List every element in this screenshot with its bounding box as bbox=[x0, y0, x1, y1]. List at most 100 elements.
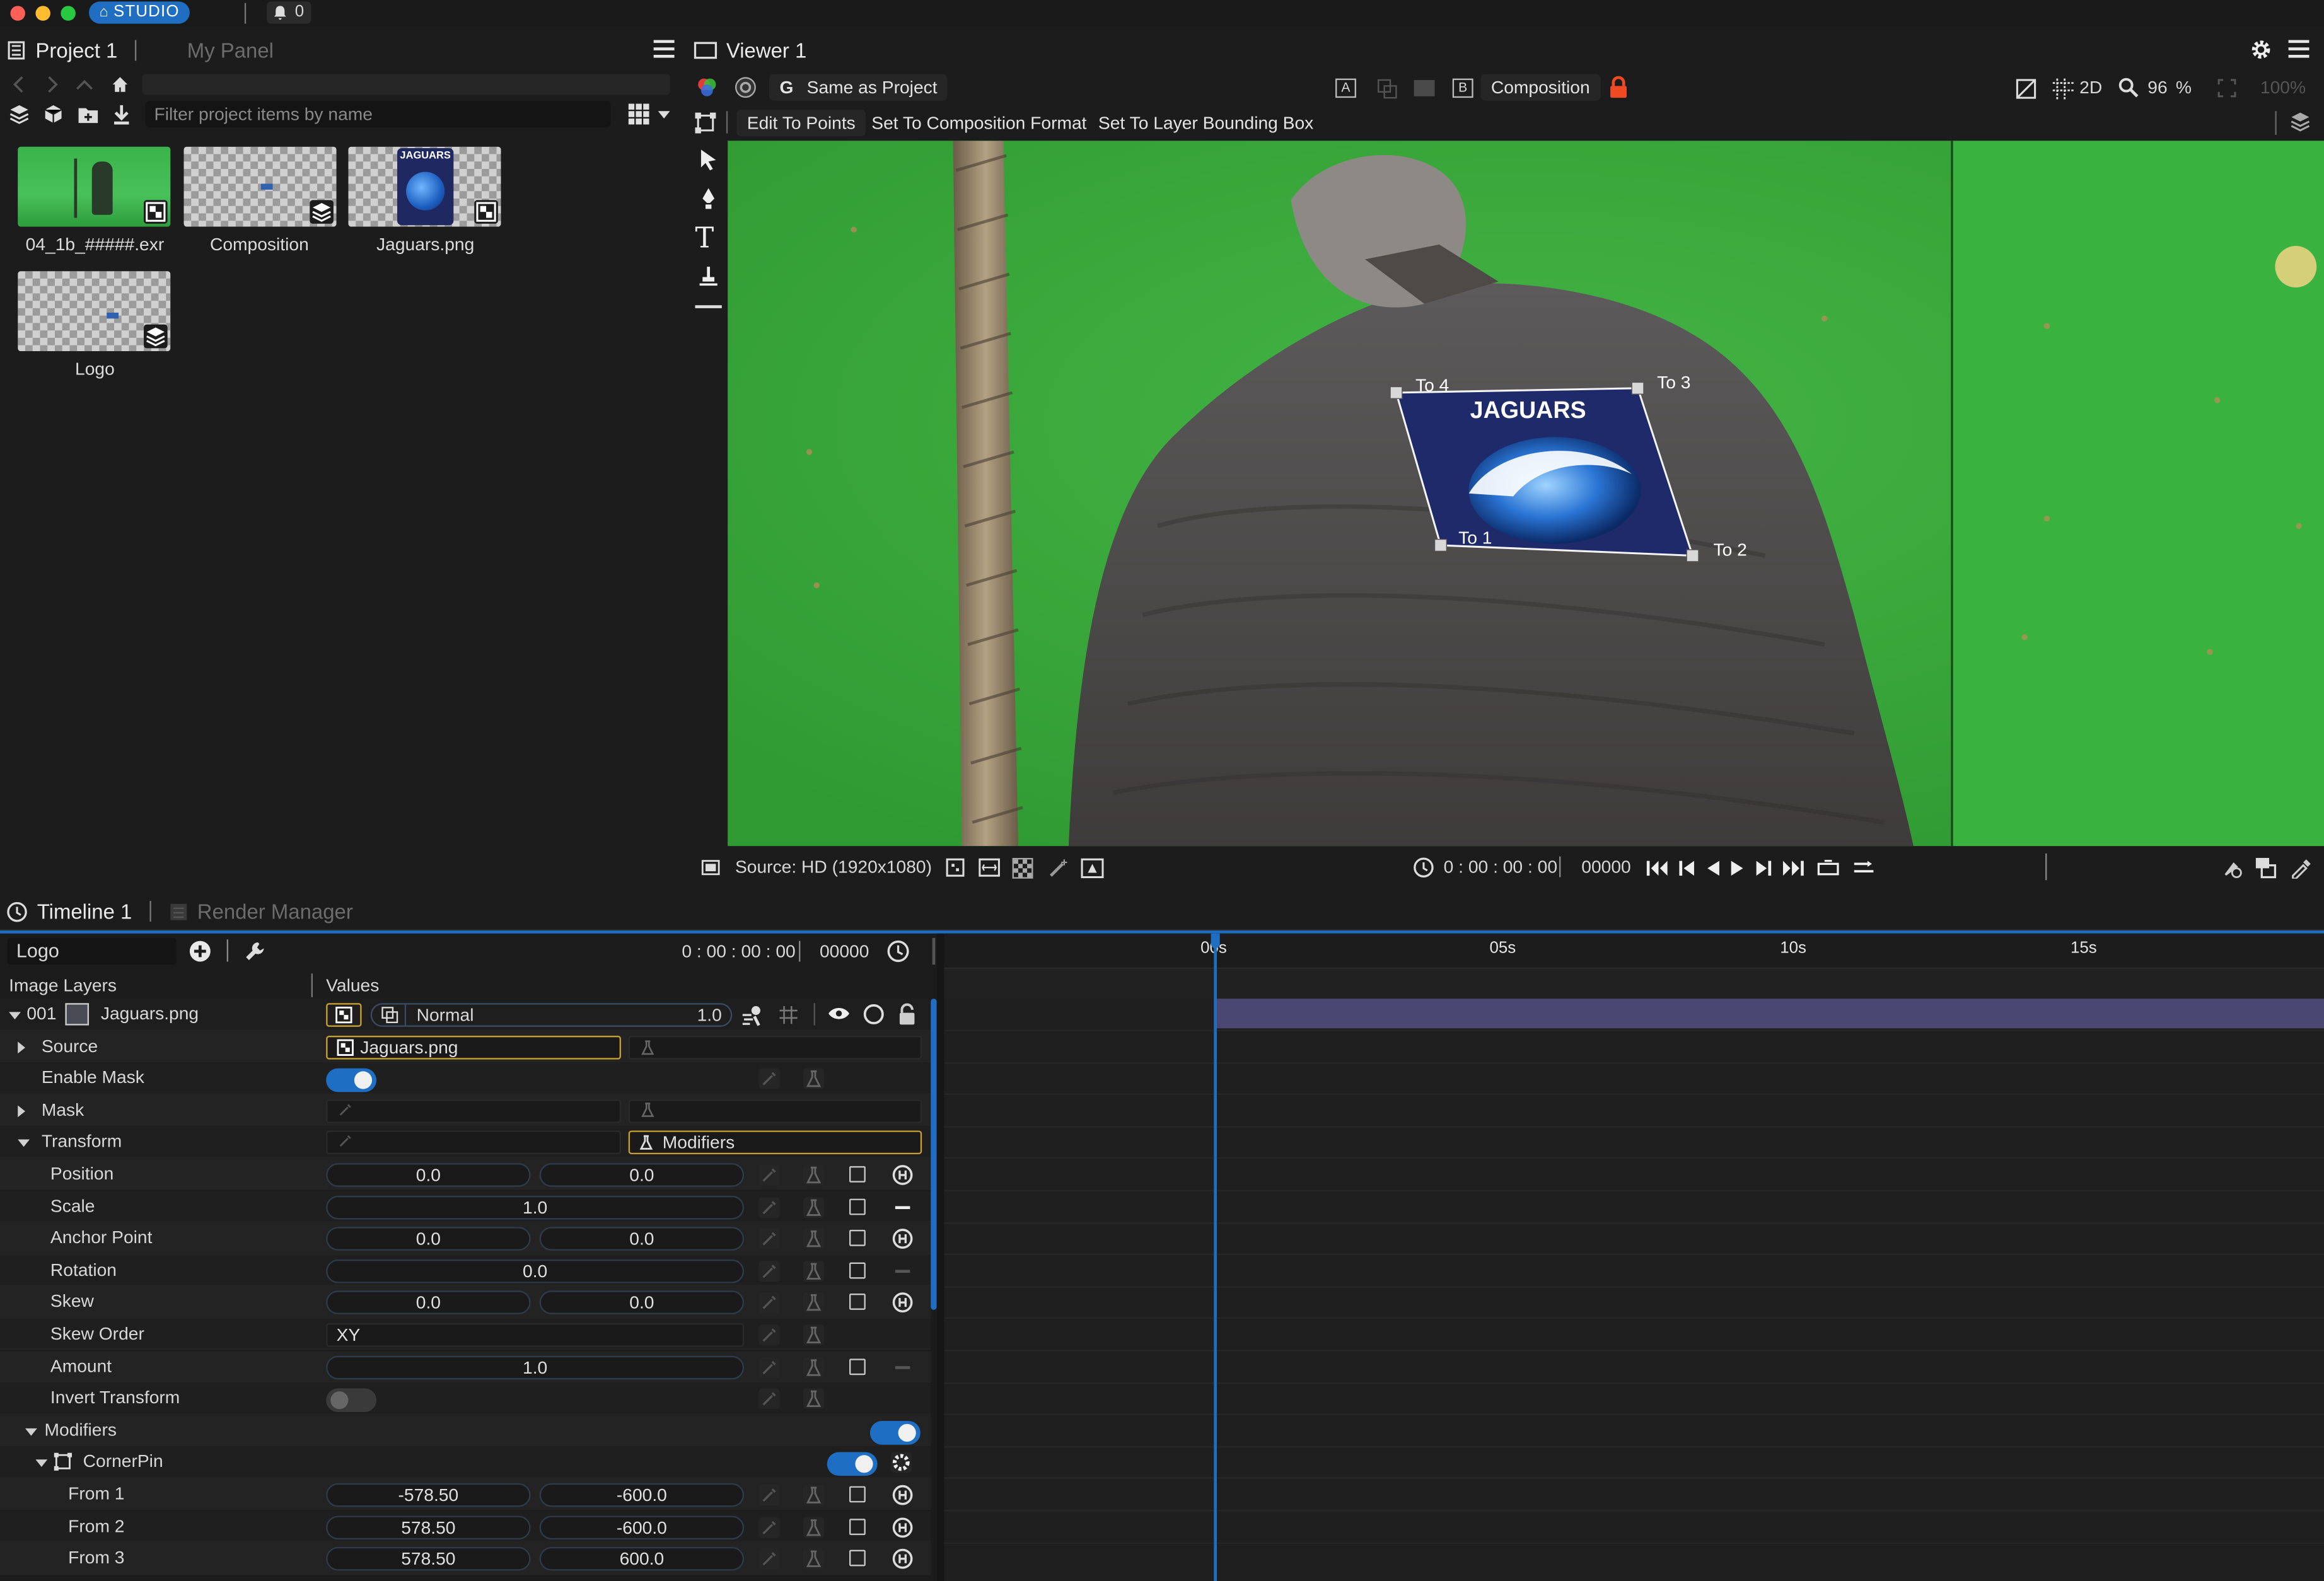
expand-toggle-icon[interactable] bbox=[18, 1104, 25, 1117]
playback-options-icon[interactable] bbox=[1852, 859, 1874, 877]
notifications-button[interactable]: 0 bbox=[267, 1, 311, 24]
invert-transform-toggle[interactable] bbox=[326, 1388, 377, 1413]
expression-flask-icon[interactable] bbox=[803, 1068, 825, 1089]
from-2-y-field[interactable]: -600.0 bbox=[539, 1515, 745, 1539]
from-1-y-field[interactable]: -600.0 bbox=[539, 1483, 745, 1507]
pick-whip-icon[interactable] bbox=[758, 1260, 780, 1282]
new-folder-icon[interactable] bbox=[74, 101, 101, 127]
edit-to-points-button[interactable]: Edit To Points bbox=[736, 109, 866, 137]
transform-pick-field[interactable] bbox=[326, 1131, 621, 1155]
viewer-frame-number[interactable]: 00000 bbox=[1581, 857, 1630, 877]
layer-clip-bar[interactable] bbox=[1215, 999, 2324, 1029]
dash-icon-disabled[interactable] bbox=[892, 1261, 913, 1282]
layers-scrollbar[interactable] bbox=[931, 999, 937, 1310]
pick-whip-icon[interactable] bbox=[758, 1388, 780, 1410]
pick-whip-icon[interactable] bbox=[758, 1196, 780, 1217]
set-to-composition-format-button[interactable]: Set To Composition Format bbox=[871, 113, 1086, 134]
lock-icon[interactable] bbox=[1608, 76, 1629, 100]
view-mode-dropdown[interactable] bbox=[628, 101, 670, 127]
pick-whip-icon[interactable] bbox=[758, 1068, 780, 1089]
proxy-icon[interactable] bbox=[944, 857, 966, 879]
color-channels-icon[interactable] bbox=[695, 76, 719, 100]
tab-my-panel[interactable]: My Panel bbox=[187, 38, 274, 62]
zoom-100-button[interactable]: 100% bbox=[2260, 77, 2306, 98]
skew-y-field[interactable]: 0.0 bbox=[539, 1291, 745, 1315]
keyframe-checkbox[interactable] bbox=[849, 1230, 866, 1247]
layout-icon[interactable] bbox=[2255, 857, 2277, 879]
keyframe-checkbox[interactable] bbox=[849, 1166, 866, 1183]
layer-color-swatch[interactable] bbox=[65, 1003, 90, 1026]
path-bar[interactable] bbox=[142, 74, 670, 95]
pick-whip-icon[interactable] bbox=[758, 1548, 780, 1570]
forward-icon[interactable] bbox=[38, 71, 65, 98]
motion-blur-icon[interactable] bbox=[741, 1003, 765, 1027]
keyframe-checkbox[interactable] bbox=[849, 1549, 866, 1567]
pin-tool-icon[interactable] bbox=[2219, 857, 2243, 881]
lock-icon[interactable] bbox=[897, 1003, 917, 1025]
expression-flask-icon[interactable] bbox=[803, 1388, 825, 1410]
link-values-icon[interactable] bbox=[892, 1164, 913, 1185]
source-format-label[interactable]: Source: HD (1920x1080) bbox=[735, 857, 932, 877]
snapshot-icon[interactable] bbox=[1081, 857, 1105, 881]
layer-type-button[interactable] bbox=[326, 1003, 362, 1027]
keyframe-checkbox[interactable] bbox=[849, 1486, 866, 1503]
close-window-button[interactable] bbox=[10, 6, 25, 21]
solo-icon[interactable] bbox=[863, 1003, 885, 1025]
link-values-icon[interactable] bbox=[892, 1292, 913, 1313]
tab-render-manager[interactable]: Render Manager bbox=[197, 900, 353, 924]
keyframe-checkbox[interactable] bbox=[849, 1261, 866, 1278]
filter-project-input[interactable]: Filter project items by name bbox=[145, 100, 611, 128]
set-to-layer-bounding-box-button[interactable]: Set To Layer Bounding Box bbox=[1098, 113, 1313, 134]
cornerpin-enable-toggle[interactable] bbox=[827, 1452, 878, 1476]
modifiers-enable-toggle[interactable] bbox=[869, 1420, 921, 1445]
tab-timeline-1[interactable]: Timeline 1 bbox=[37, 900, 132, 924]
wrench-icon[interactable] bbox=[243, 939, 267, 963]
transform-overlay-icon[interactable] bbox=[2014, 77, 2038, 101]
from-3-y-field[interactable]: 600.0 bbox=[539, 1547, 745, 1571]
rotation-field[interactable]: 0.0 bbox=[326, 1259, 745, 1283]
color-space-dropdown[interactable]: G Same as Project bbox=[769, 74, 948, 101]
wipe-icon[interactable] bbox=[1414, 79, 1435, 96]
timeline-tracks[interactable]: 00s 05s 10s 15s bbox=[944, 933, 2324, 1581]
anchor-point-x-field[interactable]: 0.0 bbox=[326, 1227, 531, 1251]
gear-icon[interactable] bbox=[2250, 38, 2272, 61]
minimize-window-button[interactable] bbox=[35, 6, 50, 21]
expression-flask-icon[interactable] bbox=[803, 1164, 825, 1186]
home-icon[interactable] bbox=[107, 71, 133, 98]
pick-whip-icon[interactable] bbox=[758, 1324, 780, 1346]
grid-guides-icon[interactable] bbox=[2051, 77, 2075, 101]
zoom-value[interactable]: 96 bbox=[2147, 77, 2167, 98]
composition-name-field[interactable]: Logo bbox=[7, 937, 177, 965]
timeline-timecode[interactable]: 0 : 00 : 00 : 00 bbox=[682, 941, 795, 962]
enable-mask-toggle[interactable] bbox=[326, 1068, 377, 1092]
overlay-icon[interactable] bbox=[1377, 79, 1398, 100]
compare-a-button[interactable]: A bbox=[1335, 78, 1356, 98]
expand-toggle-icon[interactable] bbox=[9, 1012, 21, 1020]
compare-b-button[interactable]: B bbox=[1452, 78, 1473, 98]
expand-toggle-icon[interactable] bbox=[25, 1428, 37, 1435]
step-forward-icon[interactable] bbox=[1755, 859, 1772, 877]
back-icon[interactable] bbox=[6, 71, 32, 98]
link-values-icon[interactable] bbox=[892, 1549, 913, 1570]
pen-tool-icon[interactable] bbox=[697, 187, 721, 211]
grid-3d-icon[interactable] bbox=[778, 1005, 799, 1026]
loop-icon[interactable] bbox=[1817, 859, 1839, 877]
source-value-field[interactable]: Jaguars.png bbox=[326, 1034, 621, 1059]
mask-pick-field[interactable] bbox=[326, 1099, 621, 1123]
project-item-exr-thumb[interactable] bbox=[18, 146, 171, 227]
expression-flask-icon[interactable] bbox=[803, 1292, 825, 1314]
project-item-composition-thumb[interactable] bbox=[183, 146, 337, 227]
expression-flask-icon[interactable] bbox=[803, 1260, 825, 1282]
cube-icon[interactable] bbox=[40, 101, 66, 127]
view-mode-2d-button[interactable]: 2D bbox=[2079, 77, 2102, 98]
select-arrow-icon[interactable] bbox=[697, 148, 721, 172]
dash-icon[interactable] bbox=[892, 1196, 913, 1217]
pick-whip-icon[interactable] bbox=[758, 1484, 780, 1505]
import-icon[interactable] bbox=[108, 101, 135, 127]
link-values-icon[interactable] bbox=[892, 1485, 913, 1505]
fullscreen-icon[interactable] bbox=[2217, 79, 2237, 98]
visibility-eye-icon[interactable] bbox=[827, 1005, 851, 1022]
expression-flask-icon[interactable] bbox=[803, 1548, 825, 1570]
position-x-field[interactable]: 0.0 bbox=[326, 1162, 531, 1187]
expression-flask-icon[interactable] bbox=[803, 1516, 825, 1538]
